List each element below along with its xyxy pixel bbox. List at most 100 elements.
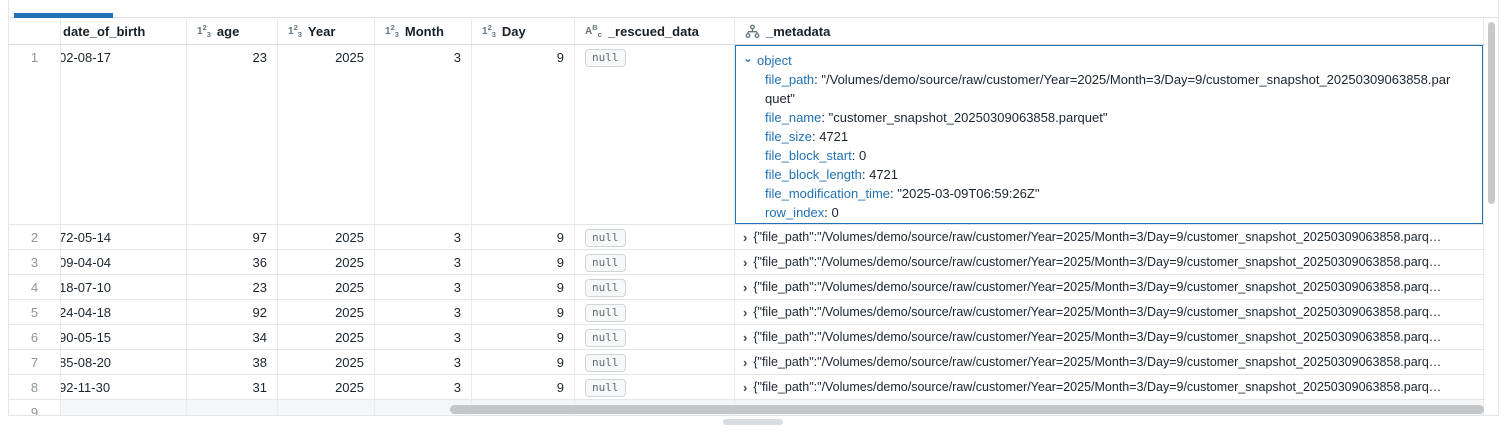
metadata-cell[interactable]: ›{"file_path":"/Volumes/demo/source/raw/… — [735, 300, 1484, 324]
month-cell[interactable]: 3 — [375, 275, 472, 299]
rescued-data-cell[interactable]: null — [575, 275, 735, 299]
cell-value: 09-04-04 — [61, 255, 111, 270]
column-header-month[interactable]: 123 Month — [375, 19, 472, 44]
year-cell[interactable]: 2025 — [278, 300, 375, 324]
object-field-row: file_path: "/Volumes/demo/source/raw/cus… — [765, 70, 1457, 108]
horizontal-scrollbar-thumb[interactable] — [450, 405, 1484, 414]
chevron-right-icon[interactable]: › — [743, 379, 747, 396]
row-number: 4 — [9, 275, 61, 299]
panel-resize-handle[interactable] — [723, 419, 783, 425]
column-label: _metadata — [766, 24, 830, 39]
column-header-day[interactable]: 123 Day — [472, 19, 575, 44]
rescued-data-cell[interactable]: null — [575, 375, 735, 399]
age-cell[interactable]: 38 — [187, 350, 278, 374]
month-cell[interactable]: 3 — [375, 375, 472, 399]
icon-glyph: 3 — [298, 31, 302, 39]
age-cell[interactable]: 36 — [187, 250, 278, 274]
field-value: 4721 — [819, 129, 848, 144]
age-cell[interactable]: 97 — [187, 225, 278, 249]
column-header-year[interactable]: 123 Year — [278, 19, 375, 44]
year-cell[interactable]: 2025 — [278, 45, 375, 224]
object-type-row[interactable]: ›object — [746, 51, 1472, 70]
day-cell[interactable]: 9 — [472, 250, 575, 274]
year-cell[interactable]: 2025 — [278, 250, 375, 274]
age-cell[interactable]: 31 — [187, 375, 278, 399]
year-cell[interactable]: 2025 — [278, 225, 375, 249]
chevron-right-icon[interactable]: › — [743, 304, 747, 321]
chevron-right-icon[interactable]: › — [743, 354, 747, 371]
date-of-birth-cell[interactable]: 02-08-17 — [61, 45, 187, 224]
month-cell[interactable]: 3 — [375, 325, 472, 349]
year-cell[interactable]: 2025 — [278, 275, 375, 299]
rescued-data-cell[interactable]: null — [575, 45, 735, 224]
metadata-cell[interactable]: ›{"file_path":"/Volumes/demo/source/raw/… — [735, 375, 1484, 399]
column-header-age[interactable]: 123 age — [187, 19, 278, 44]
month-cell[interactable]: 3 — [375, 225, 472, 249]
year-cell[interactable]: 2025 — [278, 375, 375, 399]
rescued-data-cell[interactable]: null — [575, 325, 735, 349]
date-of-birth-cell[interactable]: 92-11-30 — [61, 375, 187, 399]
column-header-date-of-birth[interactable]: date_of_birth — [61, 19, 187, 44]
age-cell[interactable]: 34 — [187, 325, 278, 349]
chevron-right-icon[interactable]: › — [743, 254, 747, 271]
metadata-cell[interactable]: ›{"file_path":"/Volumes/demo/source/raw/… — [735, 325, 1484, 349]
chevron-down-icon[interactable]: › — [739, 59, 758, 63]
column-header-rescued-data[interactable]: ABc _rescued_data — [575, 19, 735, 44]
field-separator: : — [821, 110, 828, 125]
cell-value: 72-05-14 — [61, 230, 111, 245]
column-label: _rescued_data — [608, 24, 699, 39]
day-cell[interactable]: 9 — [472, 275, 575, 299]
date-of-birth-cell[interactable]: 09-04-04 — [61, 250, 187, 274]
table-row: 418-07-1023202539null›{"file_path":"/Vol… — [9, 275, 1485, 300]
chevron-right-icon[interactable]: › — [743, 329, 747, 346]
metadata-cell[interactable]: ›{"file_path":"/Volumes/demo/source/raw/… — [735, 225, 1484, 249]
day-cell[interactable]: 9 — [472, 300, 575, 324]
metadata-cell[interactable]: ›{"file_path":"/Volumes/demo/source/raw/… — [735, 350, 1484, 374]
active-tab-indicator[interactable] — [14, 13, 113, 18]
date-of-birth-cell[interactable]: 18-07-10 — [61, 275, 187, 299]
field-key: file_modification_time — [765, 186, 890, 201]
panel-border-right — [1498, 0, 1499, 415]
chevron-right-icon[interactable]: › — [743, 229, 747, 246]
rescued-data-cell[interactable]: null — [575, 225, 735, 249]
month-cell[interactable]: 3 — [375, 300, 472, 324]
day-cell[interactable]: 9 — [472, 375, 575, 399]
loading-cell — [187, 400, 278, 415]
day-cell[interactable]: 9 — [472, 45, 575, 224]
struct-type-icon — [745, 24, 760, 39]
age-cell[interactable]: 92 — [187, 300, 278, 324]
object-type-label: object — [757, 51, 792, 70]
month-cell[interactable]: 3 — [375, 45, 472, 224]
age-cell[interactable]: 23 — [187, 275, 278, 299]
month-cell[interactable]: 3 — [375, 350, 472, 374]
metadata-cell[interactable]: ›{"file_path":"/Volumes/demo/source/raw/… — [735, 250, 1484, 274]
field-separator: : — [862, 167, 869, 182]
date-of-birth-cell[interactable]: 72-05-14 — [61, 225, 187, 249]
cell-value: 90-05-15 — [61, 330, 111, 345]
year-cell[interactable]: 2025 — [278, 350, 375, 374]
rescued-data-cell[interactable]: null — [575, 350, 735, 374]
date-of-birth-cell[interactable]: 24-04-18 — [61, 300, 187, 324]
rescued-data-cell[interactable]: null — [575, 300, 735, 324]
rescued-data-cell[interactable]: null — [575, 250, 735, 274]
metadata-cell[interactable]: ›objectfile_path: "/Volumes/demo/source/… — [735, 45, 1484, 224]
age-cell[interactable]: 23 — [187, 45, 278, 224]
month-cell[interactable]: 3 — [375, 250, 472, 274]
day-cell[interactable]: 9 — [472, 350, 575, 374]
panel-border-bottom — [8, 415, 1499, 416]
row-number-header[interactable] — [9, 19, 61, 44]
year-cell[interactable]: 2025 — [278, 325, 375, 349]
field-separator: : — [824, 205, 831, 220]
metadata-cell[interactable]: ›{"file_path":"/Volumes/demo/source/raw/… — [735, 275, 1484, 299]
vertical-scrollbar-thumb[interactable] — [1488, 22, 1495, 204]
day-cell[interactable]: 9 — [472, 225, 575, 249]
date-of-birth-cell[interactable]: 85-08-20 — [61, 350, 187, 374]
field-key: file_size — [765, 129, 812, 144]
day-cell[interactable]: 9 — [472, 325, 575, 349]
column-header-metadata[interactable]: _metadata — [735, 19, 1484, 44]
icon-glyph: 3 — [395, 31, 399, 39]
field-key: row_index — [765, 205, 824, 220]
chevron-right-icon[interactable]: › — [743, 279, 747, 296]
row-number: 2 — [9, 225, 61, 249]
date-of-birth-cell[interactable]: 90-05-15 — [61, 325, 187, 349]
